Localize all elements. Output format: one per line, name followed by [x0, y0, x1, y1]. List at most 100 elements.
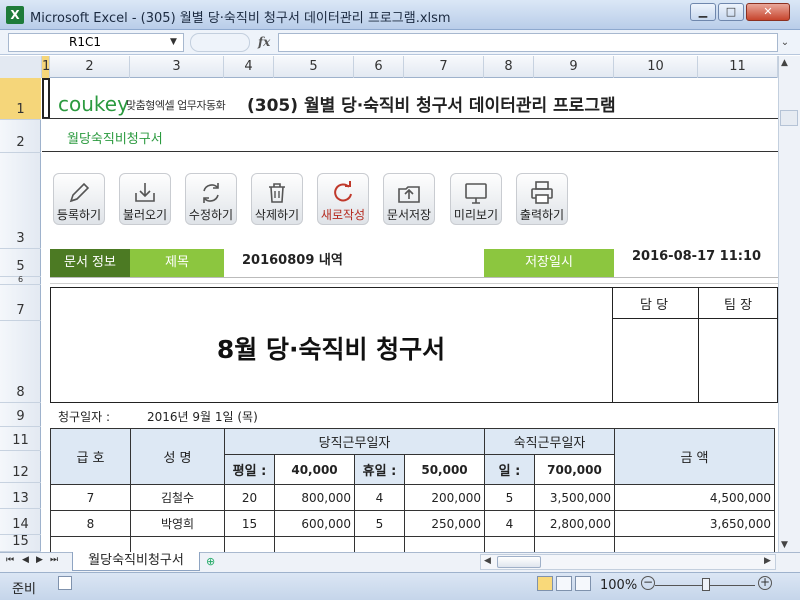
active-cell-r1c1[interactable]	[42, 78, 50, 119]
horizontal-scroll-thumb[interactable]	[497, 556, 541, 568]
empty-cell[interactable]	[354, 536, 405, 552]
empty-cell[interactable]	[534, 536, 615, 552]
vertical-scrollbar[interactable]	[778, 56, 800, 552]
close-button[interactable]: ✕	[746, 3, 790, 21]
maximize-button[interactable]: □	[718, 3, 744, 21]
empty-cell[interactable]	[404, 536, 485, 552]
weekday-days-cell[interactable]: 15	[224, 510, 275, 537]
column-header-7[interactable]: 7	[404, 56, 484, 78]
table-row[interactable]: 7 김철수 20 800,000 4 200,000 5 3,500,000 4…	[50, 484, 775, 511]
total-amount-cell[interactable]: 3,650,000	[614, 510, 775, 537]
excel-app-icon[interactable]: X	[6, 6, 24, 24]
empty-cell[interactable]	[614, 536, 775, 552]
last-sheet-icon[interactable]: ⏭	[50, 555, 58, 565]
row-header-1[interactable]: 1	[0, 78, 41, 120]
column-header-9[interactable]: 9	[534, 56, 614, 78]
first-sheet-icon[interactable]: ⏮	[6, 555, 14, 565]
grade-cell[interactable]: 7	[50, 484, 131, 511]
minimize-button[interactable]: ▁	[690, 3, 716, 21]
table-row[interactable]	[50, 536, 775, 552]
night-days-cell[interactable]: 4	[484, 510, 535, 537]
chevron-down-icon[interactable]: ▼	[170, 37, 177, 47]
zoom-out-icon[interactable]: −	[641, 576, 655, 590]
title-value[interactable]: 20160809 내역	[242, 249, 482, 277]
empty-cell[interactable]	[130, 536, 225, 552]
row-header-13[interactable]: 13	[0, 483, 41, 509]
night-amount-cell[interactable]: 3,500,000	[534, 484, 615, 511]
save-icon	[398, 186, 420, 203]
name-cell[interactable]: 김철수	[130, 484, 225, 511]
zoom-in-icon[interactable]: +	[758, 576, 772, 590]
row-header-7[interactable]: 7	[0, 285, 41, 321]
name-box[interactable]: R1C1	[8, 33, 184, 52]
holiday-days-cell[interactable]: 4	[354, 484, 405, 511]
total-amount-cell[interactable]: 4,500,000	[614, 484, 775, 511]
weekday-rate[interactable]: 40,000	[274, 454, 355, 485]
expand-formula-bar-icon[interactable]: ⌄	[778, 33, 792, 52]
row-header-14[interactable]: 14	[0, 509, 41, 535]
name-cell[interactable]: 박영희	[130, 510, 225, 537]
night-rate[interactable]: 700,000	[534, 454, 615, 485]
grade-cell[interactable]: 8	[50, 510, 131, 537]
worksheet-area[interactable]: coukey 맞춤형엑셀 업무자동화 (305) 월별 당·숙직비 청구서 데이…	[42, 78, 778, 552]
weekday-days-cell[interactable]: 20	[224, 484, 275, 511]
row-header-3[interactable]: 3	[0, 153, 41, 249]
normal-view-icon[interactable]	[537, 576, 553, 591]
row-header-9[interactable]: 9	[0, 403, 41, 427]
column-header-11[interactable]: 11	[698, 56, 778, 78]
holiday-amount-cell[interactable]: 200,000	[404, 484, 485, 511]
empty-cell[interactable]	[484, 536, 535, 552]
next-sheet-icon[interactable]: ▶	[36, 555, 43, 565]
zoom-slider-thumb[interactable]	[702, 578, 710, 591]
prev-sheet-icon[interactable]: ◀	[22, 555, 29, 565]
zoom-level[interactable]: 100%	[600, 578, 637, 593]
weekday-amount-cell[interactable]: 800,000	[274, 484, 355, 511]
document-title[interactable]: 8월 당·숙직비 청구서	[50, 330, 612, 366]
empty-cell[interactable]	[224, 536, 275, 552]
row-header-2[interactable]: 2	[0, 120, 41, 153]
empty-cell[interactable]	[50, 536, 131, 552]
row-header-6[interactable]: 6	[0, 275, 41, 285]
insert-function-icon[interactable]: fx	[258, 35, 270, 49]
scroll-down-icon[interactable]: ▼	[781, 540, 788, 550]
column-header-4[interactable]: 4	[224, 56, 274, 78]
formula-bar-splitter[interactable]	[190, 33, 250, 52]
column-header-1[interactable]: 1	[42, 56, 50, 78]
approver-staff-label: 담 당	[640, 298, 669, 313]
select-all-corner[interactable]	[0, 56, 42, 78]
table-row[interactable]: 8 박영희 15 600,000 5 250,000 4 2,800,000 3…	[50, 510, 775, 537]
row-header-11[interactable]: 11	[0, 427, 41, 451]
column-header-8[interactable]: 8	[484, 56, 534, 78]
claim-date-value[interactable]: 2016년 9월 1일 (목)	[147, 408, 258, 425]
scroll-left-icon[interactable]: ◀	[484, 556, 491, 566]
weekday-amount-cell[interactable]: 600,000	[274, 510, 355, 537]
night-amount-cell[interactable]: 2,800,000	[534, 510, 615, 537]
delete-label: 삭제하기	[254, 208, 300, 222]
vertical-scroll-thumb[interactable]	[780, 110, 798, 126]
edit-label: 수정하기	[188, 208, 234, 222]
page-break-view-icon[interactable]	[575, 576, 591, 591]
column-header-2[interactable]: 2	[50, 56, 130, 78]
page-layout-view-icon[interactable]	[556, 576, 572, 591]
holiday-rate[interactable]: 50,000	[404, 454, 485, 485]
holiday-days-cell[interactable]: 5	[354, 510, 405, 537]
night-days-cell[interactable]: 5	[484, 484, 535, 511]
insert-sheet-icon[interactable]: ⊕	[206, 555, 224, 569]
row-header-5[interactable]: 5	[0, 249, 41, 277]
column-header-10[interactable]: 10	[614, 56, 698, 78]
macro-record-icon[interactable]	[58, 576, 72, 590]
column-header-3[interactable]: 3	[130, 56, 224, 78]
scroll-up-icon[interactable]: ▲	[781, 58, 788, 68]
empty-cell[interactable]	[274, 536, 355, 552]
column-header-5[interactable]: 5	[274, 56, 354, 78]
formula-input[interactable]	[278, 33, 778, 52]
row-header-15[interactable]: 15	[0, 534, 41, 552]
sheet-tab[interactable]: 월당숙직비청구서	[72, 552, 200, 571]
row-header-bar: 1 2 3 5 6 7 8 9 11 12 13 14 15	[0, 78, 41, 552]
row-header-12[interactable]: 12	[0, 451, 41, 483]
scroll-right-icon[interactable]: ▶	[764, 556, 771, 566]
saved-at-label: 저장일시	[484, 249, 614, 277]
holiday-amount-cell[interactable]: 250,000	[404, 510, 485, 537]
column-header-6[interactable]: 6	[354, 56, 404, 78]
row-header-8[interactable]: 8	[0, 321, 41, 403]
